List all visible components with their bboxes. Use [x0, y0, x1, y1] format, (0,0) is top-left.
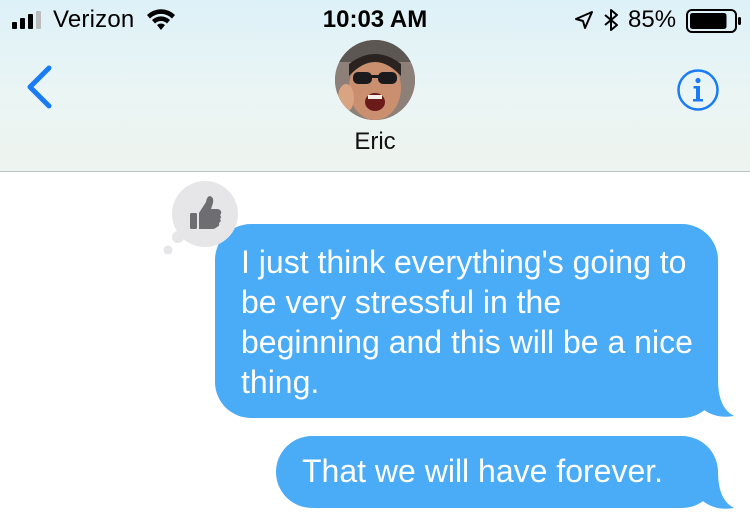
avatar[interactable] — [335, 40, 415, 120]
conversation-header: Verizon 10:03 AM 85% Eric — [0, 0, 750, 172]
bluetooth-icon — [604, 9, 618, 31]
message-bubble-sent[interactable]: I just think everything's going to be ve… — [215, 224, 718, 418]
back-button[interactable] — [22, 64, 56, 110]
contact-name[interactable]: Eric — [0, 128, 750, 156]
info-button[interactable] — [676, 68, 720, 112]
battery-icon — [686, 9, 741, 33]
tapback-reaction[interactable] — [160, 180, 244, 258]
location-icon — [575, 11, 593, 29]
status-bar: Verizon 10:03 AM 85% — [0, 0, 750, 42]
bubble-tail — [696, 472, 734, 509]
message-text: That we will have forever. — [302, 453, 664, 489]
message-text: I just think everything's going to be ve… — [241, 244, 693, 400]
info-icon — [677, 69, 719, 111]
contact-photo — [335, 40, 415, 120]
battery-percent: 85% — [628, 6, 677, 33]
message-bubble-sent[interactable]: That we will have forever. — [276, 436, 718, 508]
chevron-left-icon — [27, 65, 52, 109]
bubble-tail — [696, 380, 734, 417]
